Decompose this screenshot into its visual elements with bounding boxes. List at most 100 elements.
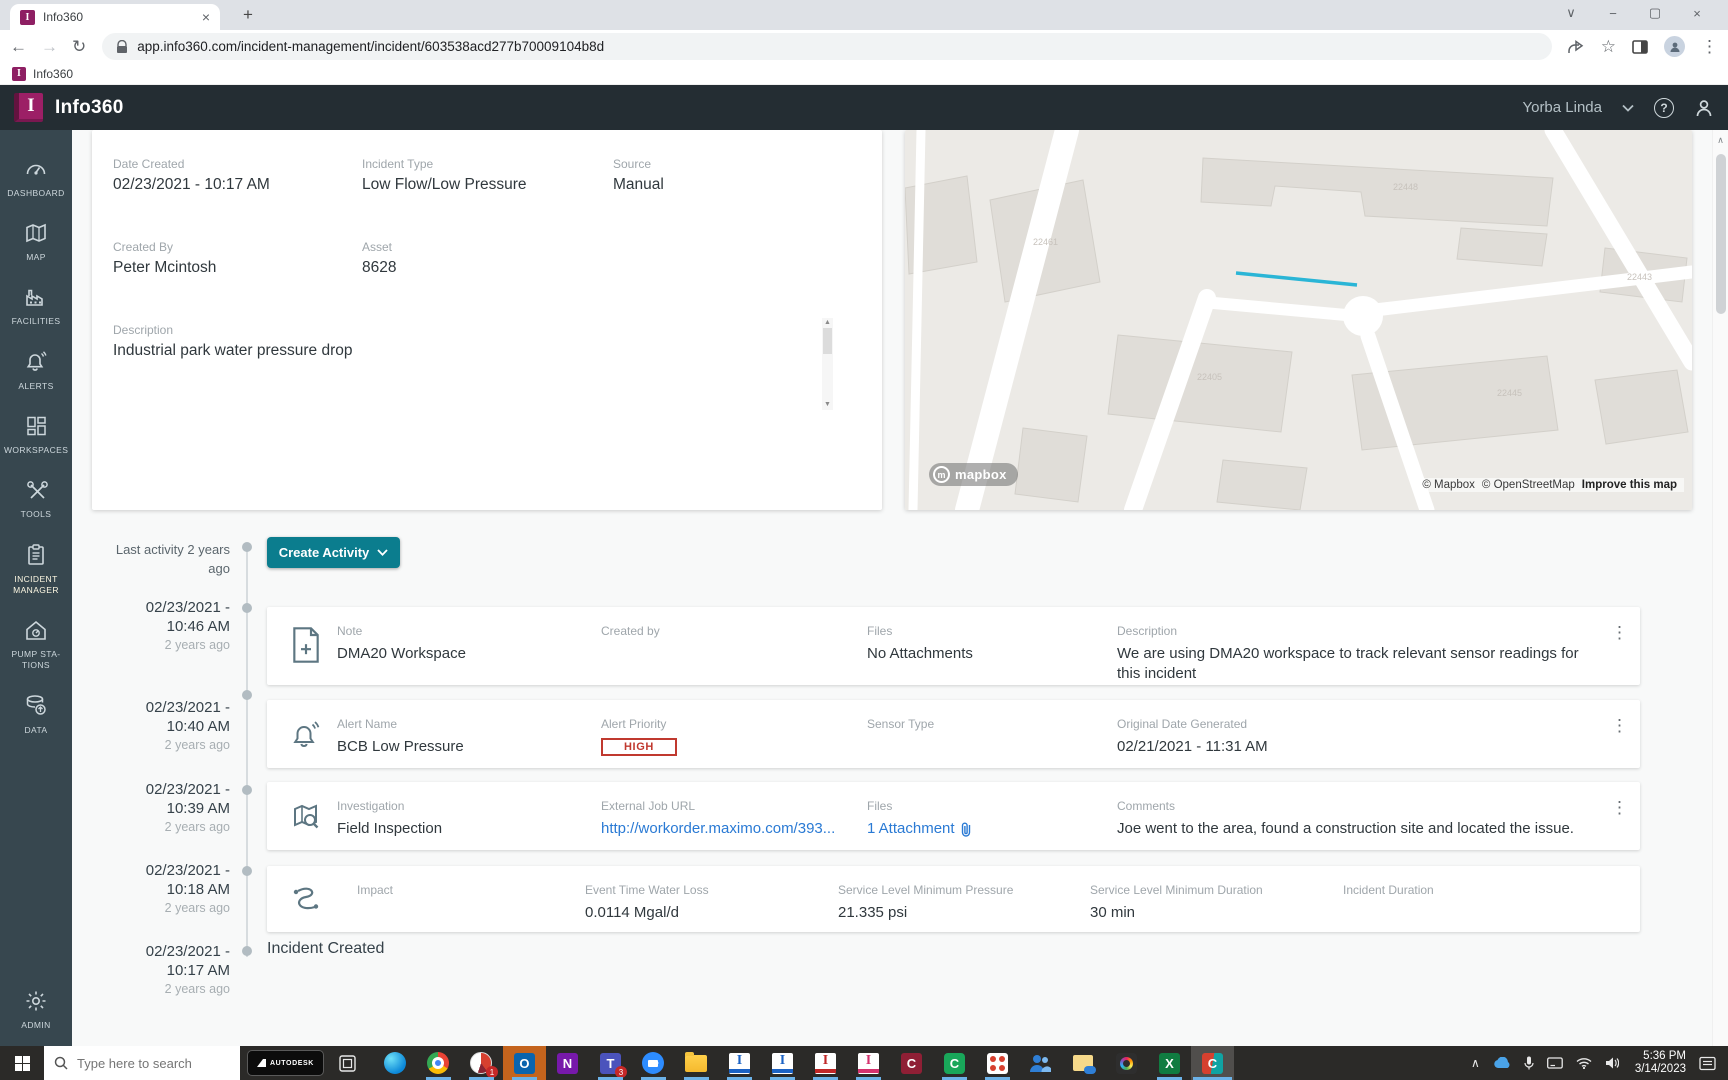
new-tab-button[interactable]: + <box>236 5 260 25</box>
activity-menu-icon[interactable]: ⋮ <box>1611 623 1632 643</box>
taskbar-app-chrome[interactable] <box>417 1046 460 1080</box>
tenant-selector[interactable]: Yorba Linda <box>1522 99 1602 116</box>
taskbar-search[interactable] <box>44 1046 240 1080</box>
taskbar-app-zoom[interactable] <box>632 1046 675 1080</box>
tenant-chevron-down-icon[interactable] <box>1622 104 1634 112</box>
share-icon[interactable] <box>1568 39 1585 54</box>
taskbar-app-excel[interactable]: X <box>1148 1046 1191 1080</box>
taskbar-app-dots[interactable] <box>976 1046 1019 1080</box>
window-close-button[interactable]: × <box>1676 6 1718 21</box>
taskbar-app-c3a[interactable]: C <box>890 1046 933 1080</box>
scroll-down-icon[interactable]: ▼ <box>824 400 831 410</box>
forward-button[interactable]: → <box>41 38 58 55</box>
window-menu-icon[interactable]: ∨ <box>1550 5 1592 21</box>
description-scrollbar[interactable]: ▲ ▼ <box>822 318 833 410</box>
browser-profile-avatar[interactable] <box>1664 36 1685 57</box>
taskbar-app-info360-3[interactable]: I <box>804 1046 847 1080</box>
mapbox-logo[interactable]: m mapbox <box>929 463 1018 486</box>
external-job-url-link[interactable]: http://workorder.maximo.com/393... <box>601 819 867 839</box>
taskbar-app-edge[interactable] <box>374 1046 417 1080</box>
reload-button[interactable]: ↻ <box>72 38 86 55</box>
scrollbar-up-icon[interactable]: ∧ <box>1713 130 1728 146</box>
create-activity-button[interactable]: Create Activity <box>267 537 400 568</box>
sidebar-item-workspaces[interactable]: WORKSPACES <box>0 403 72 467</box>
task-view-button[interactable] <box>328 1046 368 1080</box>
taskbar-app-info360-2[interactable]: I <box>761 1046 804 1080</box>
bookmark-info360[interactable]: Info360 <box>33 67 73 81</box>
taskbar-app-pie[interactable]: 1 <box>460 1046 503 1080</box>
taskbar-app-info360-1[interactable]: I <box>718 1046 761 1080</box>
taskbar-app-outlook[interactable]: O <box>502 1046 546 1080</box>
field-description[interactable]: Description Industrial park water pressu… <box>113 323 861 360</box>
facilities-icon <box>26 289 43 306</box>
admin-gear-icon <box>26 991 46 1011</box>
info360-blue2-icon: I <box>771 1052 793 1074</box>
back-button[interactable]: ← <box>10 38 27 55</box>
notification-center-icon[interactable] <box>1699 1056 1716 1071</box>
taskbar-app-adobe-cc[interactable] <box>1105 1046 1148 1080</box>
scroll-thumb[interactable] <box>823 328 832 354</box>
timeline-dot <box>242 785 252 795</box>
improve-map-link[interactable]: Improve this map <box>1582 479 1677 491</box>
workspaces-icon <box>26 416 46 436</box>
incident-map[interactable]: 22448 22461 22405 22445 22443 m mapbox ©… <box>905 130 1692 510</box>
sidebar-item-dashboard[interactable]: DASHBOARD <box>0 146 72 210</box>
pen-tablet-icon[interactable] <box>1546 1057 1563 1069</box>
taskbar-app-onenote[interactable]: N <box>546 1046 589 1080</box>
taskbar-app-teams[interactable]: T3 <box>589 1046 632 1080</box>
help-icon[interactable]: ? <box>1654 97 1674 118</box>
autodesk-logo-icon <box>257 1059 266 1067</box>
sidebar-item-map[interactable]: MAP <box>0 210 72 274</box>
browser-tab-strip: I Info360 × + ∨ − ▢ × <box>0 0 1728 30</box>
sidebar-item-facilities[interactable]: FACILITIES <box>0 274 72 338</box>
page-scrollbar[interactable]: ∧ <box>1712 130 1728 1046</box>
sidebar-item-data[interactable]: DATA <box>0 682 72 747</box>
window-restore-button[interactable]: ▢ <box>1634 5 1676 21</box>
address-bar[interactable]: app.info360.com/incident-management/inci… <box>102 33 1552 60</box>
timeline-timestamp: 02/23/2021 - 10:39 AM 2 years ago <box>145 781 230 834</box>
onedrive-cloud-icon[interactable] <box>1493 1057 1511 1069</box>
taskbar-app-onedrive-folder[interactable] <box>1062 1046 1105 1080</box>
onenote-icon: N <box>556 1052 578 1074</box>
window-minimize-button[interactable]: − <box>1592 6 1634 21</box>
wifi-icon[interactable] <box>1576 1057 1592 1069</box>
taskbar-app-info360-4[interactable]: I <box>847 1046 890 1080</box>
autodesk-widget[interactable]: AUTODESK <box>247 1050 324 1076</box>
microphone-icon[interactable] <box>1524 1056 1534 1070</box>
sidebar-item-alerts[interactable]: ALERTS <box>0 338 72 403</box>
taskbar-clock[interactable]: 5:36 PM 3/14/2023 <box>1635 1050 1686 1076</box>
volume-icon[interactable] <box>1605 1057 1619 1069</box>
scroll-up-icon[interactable]: ▲ <box>824 318 831 328</box>
activity-menu-icon[interactable]: ⋮ <box>1611 798 1632 818</box>
scrollbar-thumb[interactable] <box>1716 154 1726 314</box>
side-panel-icon[interactable] <box>1632 39 1648 54</box>
sidebar-item-incident-manager[interactable]: INCIDENT MANAGER <box>0 531 72 607</box>
taskbar-app-people[interactable] <box>1019 1046 1062 1080</box>
timeline-dot <box>242 866 252 876</box>
search-input[interactable] <box>77 1055 207 1071</box>
alerts-icon <box>26 351 47 371</box>
bookmark-star-icon[interactable]: ☆ <box>1601 38 1616 55</box>
taskbar-app-explorer[interactable] <box>675 1046 718 1080</box>
user-profile-icon[interactable] <box>1694 98 1714 118</box>
start-button[interactable] <box>0 1046 44 1080</box>
attachment-link[interactable]: 1 Attachment <box>867 819 1117 839</box>
timeline-dot <box>242 946 252 956</box>
sidebar-item-pump-stations[interactable]: PUMP STA-TIONS <box>0 607 72 682</box>
tab-close-icon[interactable]: × <box>202 10 210 24</box>
info360-red-icon: I <box>814 1052 836 1074</box>
activity-menu-icon[interactable]: ⋮ <box>1611 716 1632 736</box>
mapbox-attribution-link[interactable]: © Mapbox <box>1422 479 1475 491</box>
activity-field: Description We are using DMA20 workspace… <box>1117 624 1579 682</box>
tray-chevron-up-icon[interactable]: ∧ <box>1471 1056 1480 1070</box>
sidebar-item-tools[interactable]: TOOLS <box>0 467 72 531</box>
taskbar-app-camtasia-active[interactable]: C <box>1190 1046 1234 1080</box>
activity-field: Service Level Minimum Pressure 21.335 ps… <box>838 883 1014 921</box>
taskbar-app-camtasia[interactable]: C <box>933 1046 976 1080</box>
osm-attribution-link[interactable]: © OpenStreetMap <box>1482 479 1575 491</box>
main-content: Date Created 02/23/2021 - 10:17 AM Incid… <box>72 130 1728 1046</box>
priority-badge: HIGH <box>601 738 677 756</box>
sidebar-item-admin[interactable]: ADMIN <box>0 978 72 1042</box>
browser-menu-icon[interactable]: ⋮ <box>1701 38 1718 55</box>
browser-tab[interactable]: I Info360 × <box>10 4 220 30</box>
